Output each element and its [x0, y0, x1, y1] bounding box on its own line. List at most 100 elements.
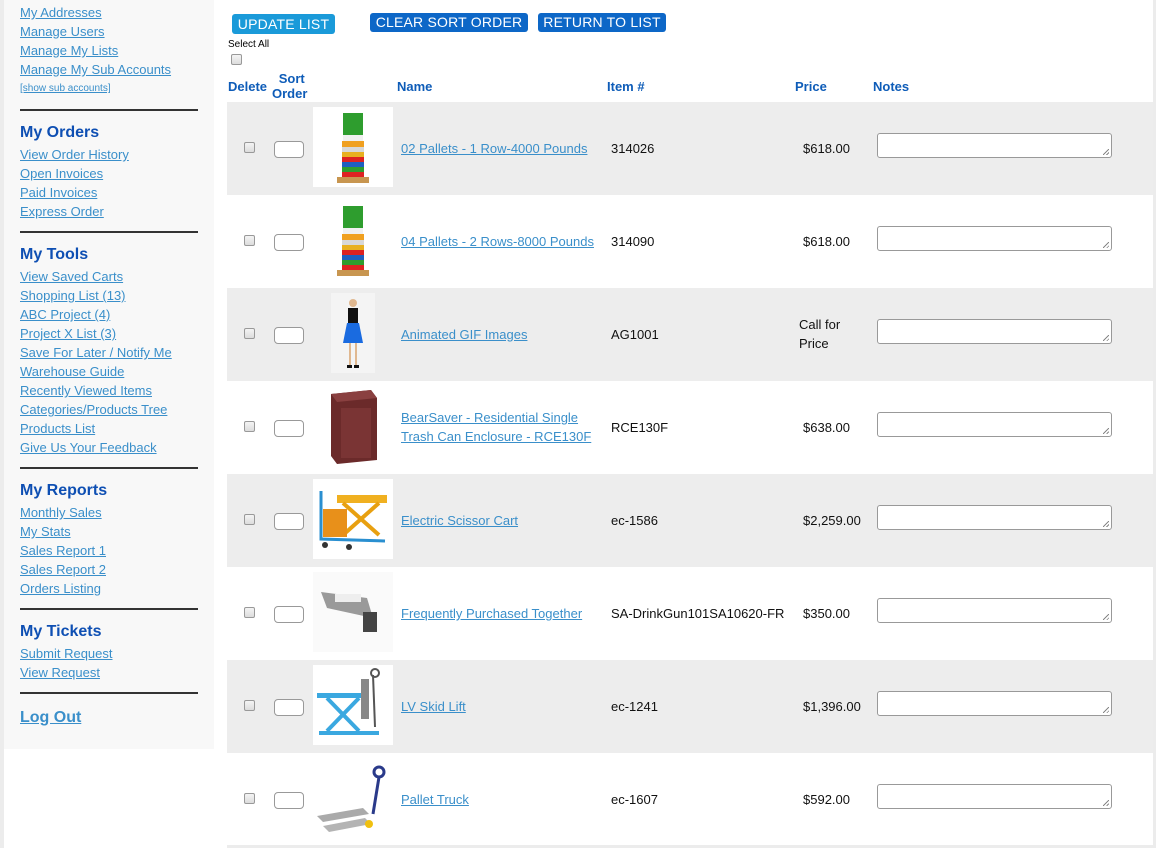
sort-order-input[interactable]	[274, 513, 304, 530]
sidebar-link-monthly-sales[interactable]: Monthly Sales	[20, 503, 198, 522]
product-thumbnail[interactable]	[327, 386, 379, 466]
sidebar-link-open-invoices[interactable]: Open Invoices	[20, 164, 198, 183]
sidebar-link-manage-users[interactable]: Manage Users	[20, 22, 198, 41]
sidebar-divider	[20, 608, 198, 610]
product-thumbnail[interactable]	[313, 107, 393, 187]
notes-textarea[interactable]	[877, 133, 1112, 158]
sidebar-link-project-x-list[interactable]: Project X List (3)	[20, 324, 198, 343]
item-number: ec-1607	[611, 792, 658, 807]
delete-checkbox[interactable]	[244, 607, 255, 618]
sidebar-link-view-order-history[interactable]: View Order History	[20, 145, 198, 164]
notes-textarea[interactable]	[877, 226, 1112, 251]
sort-order-input[interactable]	[274, 606, 304, 623]
account-sidebar: My Addresses Manage Users Manage My List…	[4, 0, 214, 749]
product-thumbnail[interactable]	[313, 479, 393, 559]
delete-checkbox[interactable]	[244, 328, 255, 339]
item-number: RCE130F	[611, 420, 669, 435]
notes-textarea[interactable]	[877, 412, 1112, 437]
sidebar-link-abc-project[interactable]: ABC Project (4)	[20, 305, 198, 324]
sidebar-heading-tickets: My Tickets	[20, 623, 102, 640]
column-header-notes: Notes	[873, 79, 910, 94]
sidebar-link-save-for-later[interactable]: Save For Later / Notify Me	[20, 343, 198, 362]
product-name-link[interactable]: LV Skid Lift	[401, 697, 601, 716]
sort-order-input[interactable]	[274, 699, 304, 716]
sidebar-link-recently-viewed[interactable]: Recently Viewed Items	[20, 381, 198, 400]
sort-order-input[interactable]	[274, 420, 304, 437]
product-thumbnail[interactable]	[313, 200, 393, 280]
scissor-cart-image	[319, 491, 387, 550]
sidebar-link-my-addresses[interactable]: My Addresses	[20, 3, 198, 22]
sort-order-input[interactable]	[274, 327, 304, 344]
sort-order-input[interactable]	[274, 234, 304, 251]
product-name-link[interactable]: Frequently Purchased Together	[401, 604, 601, 623]
notes-textarea[interactable]	[877, 598, 1112, 623]
sidebar-heading-reports: My Reports	[20, 482, 108, 499]
drink-gun-image	[321, 592, 377, 632]
show-sub-accounts-link[interactable]: [show sub accounts]	[20, 79, 198, 99]
product-thumbnail[interactable]	[331, 293, 375, 373]
sidebar-link-manage-my-lists[interactable]: Manage My Lists	[20, 41, 198, 60]
pallet-stack-image	[337, 206, 369, 276]
notes-textarea[interactable]	[877, 319, 1112, 344]
item-price: $1,396.00	[803, 699, 861, 714]
sidebar-divider	[20, 692, 198, 694]
product-name-link[interactable]: Animated GIF Images	[401, 325, 601, 344]
sidebar-link-manage-sub-accounts[interactable]: Manage My Sub Accounts	[20, 60, 198, 79]
delete-checkbox[interactable]	[244, 793, 255, 804]
delete-checkbox[interactable]	[244, 142, 255, 153]
sort-header-line1: Sort	[278, 71, 305, 86]
table-row: Electric Scissor Cart ec-1586 $2,259.00	[227, 474, 1153, 567]
sort-order-input[interactable]	[274, 792, 304, 809]
sidebar-link-feedback[interactable]: Give Us Your Feedback	[20, 438, 198, 457]
sidebar-link-categories-tree[interactable]: Categories/Products Tree	[20, 400, 198, 419]
product-name-link[interactable]: Electric Scissor Cart	[401, 511, 601, 530]
item-number: 314090	[611, 234, 655, 249]
notes-textarea[interactable]	[877, 691, 1112, 716]
sidebar-link-express-order[interactable]: Express Order	[20, 202, 198, 221]
clear-sort-order-button[interactable]: CLEAR SORT ORDER	[370, 13, 528, 32]
sidebar-link-shopping-list[interactable]: Shopping List (13)	[20, 286, 198, 305]
item-price: $592.00	[803, 792, 850, 807]
sort-order-input[interactable]	[274, 141, 304, 158]
column-header-item: Item #	[607, 79, 645, 94]
product-thumbnail[interactable]	[313, 572, 393, 652]
sidebar-heading-tools: My Tools	[20, 246, 89, 263]
product-thumbnail[interactable]	[313, 758, 393, 838]
logout-link[interactable]: Log Out	[20, 708, 198, 728]
update-list-button[interactable]: UPDATE LIST	[232, 14, 335, 34]
item-price: $2,259.00	[803, 513, 861, 528]
delete-checkbox[interactable]	[244, 235, 255, 246]
table-row: BearSaver - Residential Single Trash Can…	[227, 381, 1153, 474]
sidebar-link-my-stats[interactable]: My Stats	[20, 522, 198, 541]
notes-textarea[interactable]	[877, 784, 1112, 809]
column-header-delete: Delete	[228, 79, 268, 94]
sidebar-link-view-request[interactable]: View Request	[20, 663, 198, 682]
notes-textarea[interactable]	[877, 505, 1112, 530]
sidebar-link-paid-invoices[interactable]: Paid Invoices	[20, 183, 198, 202]
return-to-list-button[interactable]: RETURN TO LIST	[538, 13, 666, 32]
select-all-checkbox[interactable]	[231, 54, 242, 65]
table-row: LV Skid Lift ec-1241 $1,396.00	[227, 660, 1153, 753]
product-name-link[interactable]: Pallet Truck	[401, 790, 601, 809]
sidebar-link-submit-request[interactable]: Submit Request	[20, 644, 198, 663]
sidebar-link-products-list[interactable]: Products List	[20, 419, 198, 438]
product-name-link[interactable]: 04 Pallets - 2 Rows-8000 Pounds	[401, 232, 611, 251]
sidebar-divider	[20, 467, 198, 469]
sidebar-divider	[20, 109, 198, 111]
sidebar-link-sales-report-1[interactable]: Sales Report 1	[20, 541, 198, 560]
sidebar-divider	[20, 231, 198, 233]
delete-checkbox[interactable]	[244, 514, 255, 525]
delete-checkbox[interactable]	[244, 421, 255, 432]
sidebar-link-sales-report-2[interactable]: Sales Report 2	[20, 560, 198, 579]
item-price: $618.00	[803, 234, 850, 249]
product-name-link[interactable]: BearSaver - Residential Single Trash Can…	[401, 408, 601, 446]
product-name-link[interactable]: 02 Pallets - 1 Row-4000 Pounds	[401, 139, 601, 158]
delete-checkbox[interactable]	[244, 700, 255, 711]
sidebar-link-warehouse-guide[interactable]: Warehouse Guide	[20, 362, 198, 381]
sidebar-link-view-saved-carts[interactable]: View Saved Carts	[20, 267, 198, 286]
sidebar-link-orders-listing[interactable]: Orders Listing	[20, 579, 198, 598]
column-header-name: Name	[397, 79, 433, 94]
product-thumbnail[interactable]	[313, 665, 393, 745]
sidebar-heading-orders: My Orders	[20, 124, 100, 141]
table-row: Animated GIF Images AG1001 Call for Pric…	[227, 288, 1153, 381]
